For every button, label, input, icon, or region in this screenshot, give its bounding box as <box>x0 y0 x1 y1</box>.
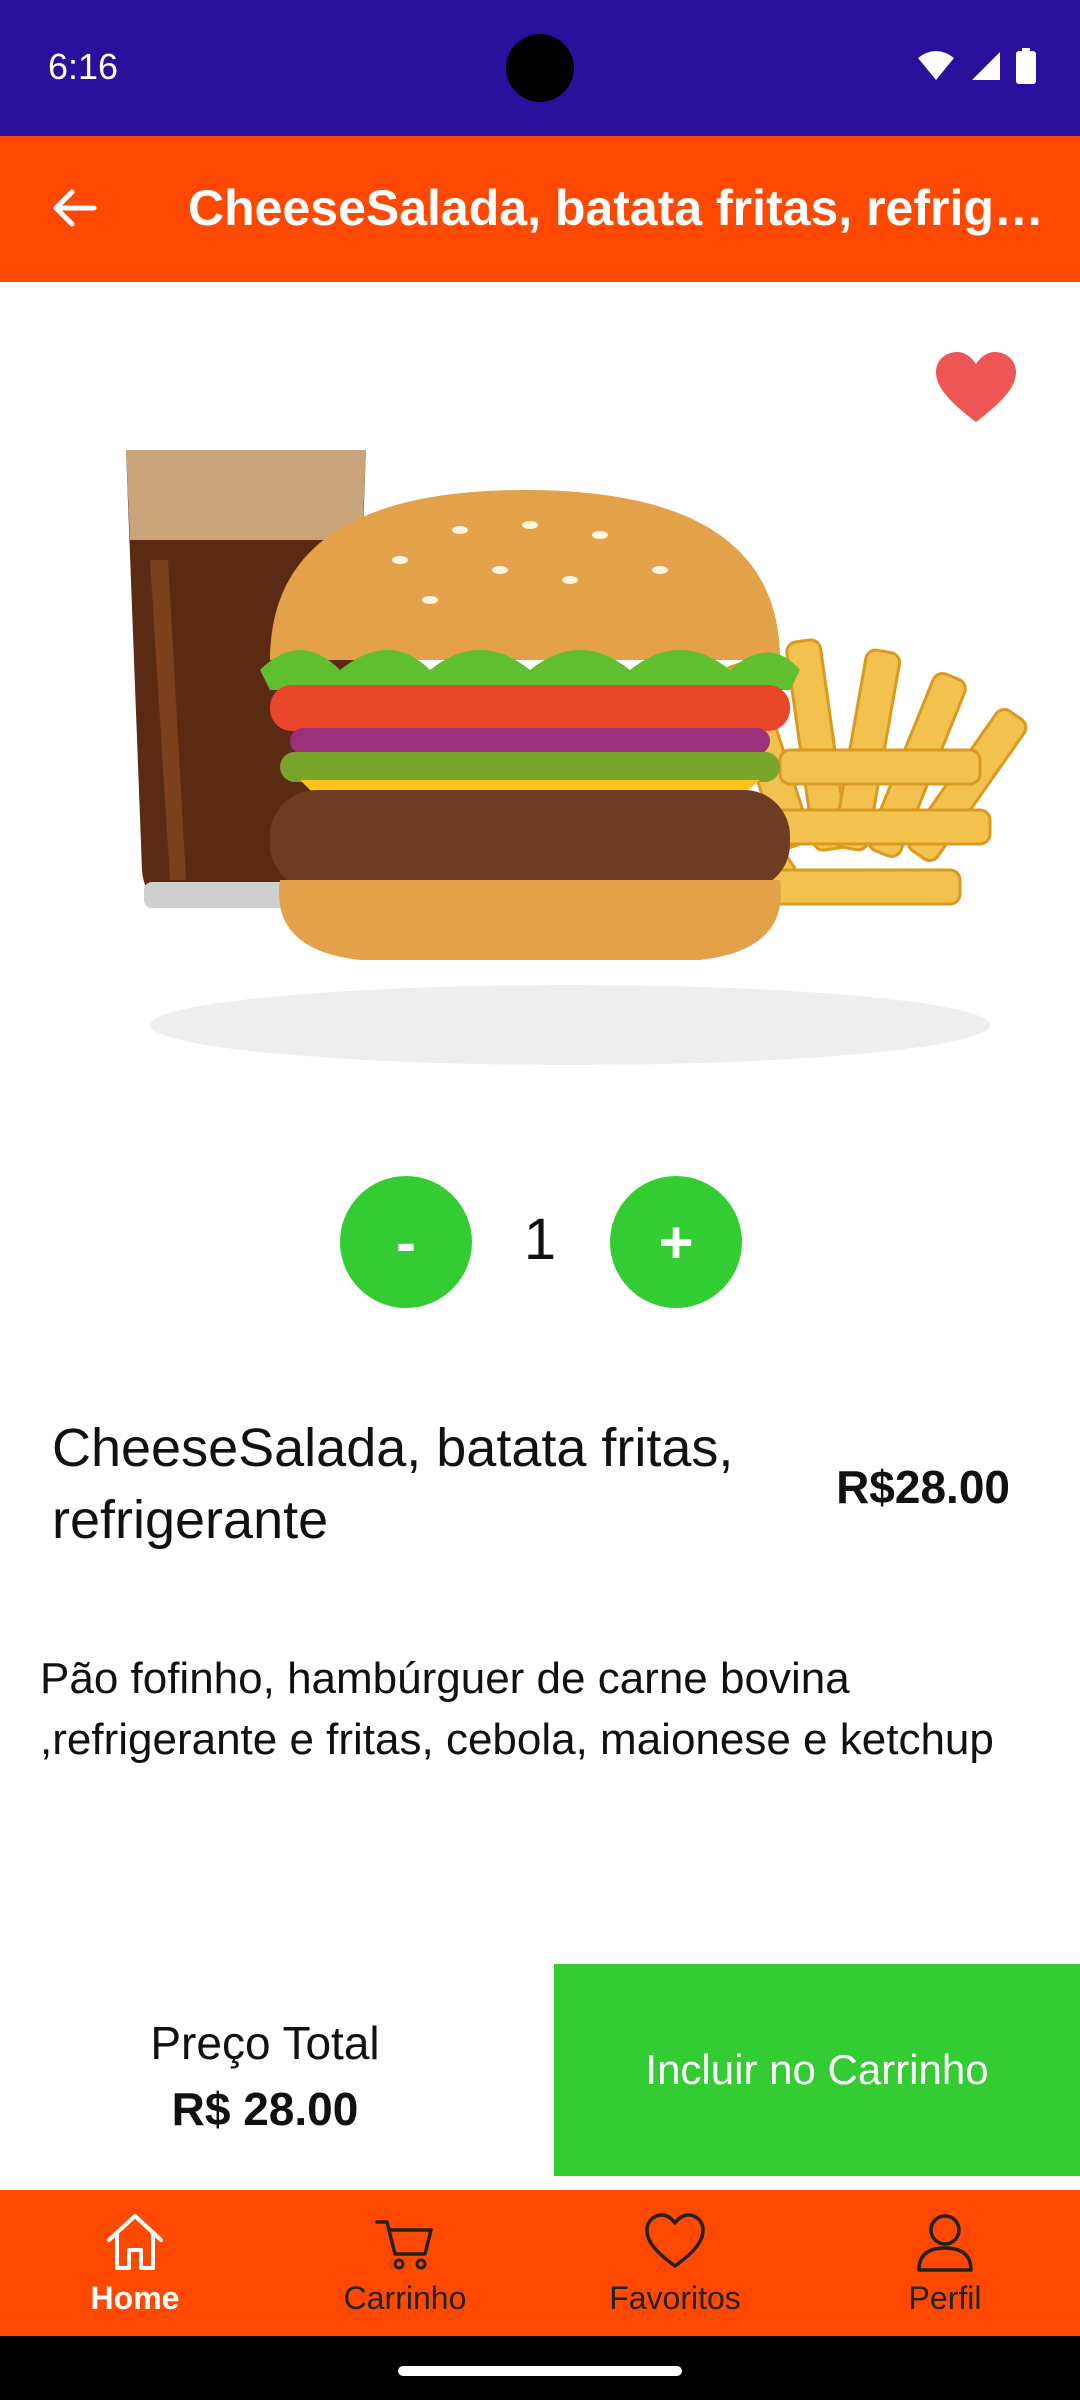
app-bar: CheeseSalada, batata fritas, refrigerant… <box>0 136 1080 282</box>
quantity-value: 1 <box>523 1207 557 1272</box>
camera-cutout <box>506 34 574 102</box>
increase-quantity-button[interactable]: + <box>610 1176 742 1308</box>
cart-icon <box>375 2219 433 2269</box>
home-icon <box>107 2213 163 2270</box>
nav-item-perfil[interactable]: Perfil <box>810 2190 1080 2336</box>
signal-icon <box>972 52 1000 80</box>
status-bar: 6:16 <box>0 0 1080 136</box>
add-to-cart-button[interactable]: Incluir no Carrinho <box>554 1964 1080 2176</box>
heart-outline-icon <box>645 2212 705 2268</box>
nav-item-home[interactable]: Home <box>0 2190 270 2336</box>
back-button[interactable] <box>42 176 106 240</box>
heart-filled-icon <box>936 352 1016 422</box>
favorite-button[interactable] <box>934 350 1018 426</box>
product-name: CheeseSalada, batata fritas, refrigerant… <box>52 1418 734 1550</box>
battery-icon <box>1016 48 1036 84</box>
gesture-handle[interactable] <box>398 2366 682 2376</box>
nav-label-carrinho: Carrinho <box>343 2279 467 2316</box>
wifi-icon <box>918 51 954 80</box>
page-title: CheeseSalada, batata fritas, refrigerant… <box>188 180 1060 236</box>
total-price-value: R$ 28.00 <box>171 2083 359 2135</box>
bottom-navigation: Home Carrinho Favoritos Perfil <box>0 2190 1080 2336</box>
decrease-quantity-button[interactable]: - <box>340 1176 472 1308</box>
arrow-back-icon <box>53 189 97 227</box>
nav-label-perfil: Perfil <box>908 2279 982 2316</box>
nav-label-home: Home <box>90 2279 180 2316</box>
nav-item-favoritos[interactable]: Favoritos <box>540 2190 810 2336</box>
total-price-label: Preço Total <box>150 2017 380 2069</box>
system-gesture-bar <box>0 2336 1080 2400</box>
status-icons <box>916 48 1036 84</box>
product-image <box>126 450 1028 1065</box>
status-time: 6:16 <box>48 46 119 87</box>
product-price: R$28.00 <box>836 1461 1010 1513</box>
nav-item-carrinho[interactable]: Carrinho <box>270 2190 540 2336</box>
person-icon <box>917 2213 973 2272</box>
total-price-box: Preço Total R$ 28.00 <box>0 1964 554 2176</box>
nav-label-favoritos: Favoritos <box>609 2279 741 2316</box>
product-description: Pão fofinho, hambúrguer de carne bovina … <box>40 1654 994 1764</box>
